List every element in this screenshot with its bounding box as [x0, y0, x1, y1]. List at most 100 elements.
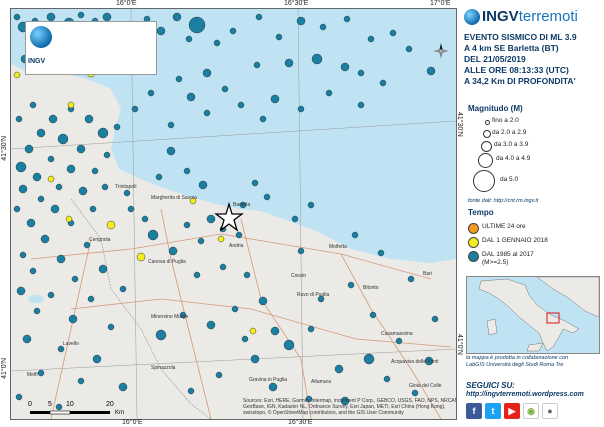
- quake-marker-historic: [202, 68, 212, 78]
- quake-marker-historic: [367, 35, 375, 43]
- mag-class-5: da 5.0: [460, 170, 600, 192]
- place-acquaviva: Acquaviva delle Fonti: [391, 359, 439, 365]
- quake-marker-historic: [231, 305, 239, 313]
- quake-marker-historic: [241, 335, 249, 343]
- mag-label-5: da 5.0: [500, 176, 519, 183]
- quake-marker-historic: [243, 271, 251, 279]
- quake-marker-historic: [219, 263, 227, 271]
- mag-circle-1: [485, 120, 490, 125]
- mag-label-2: da 2.0 a 2.9: [492, 129, 527, 136]
- tick-bottom-16-30: 16°30'E: [288, 419, 313, 426]
- quake-marker-historic: [206, 320, 216, 330]
- event-line-depth: A 34,2 Km DI PROFONDITA': [464, 76, 576, 86]
- quake-marker-historic: [46, 12, 56, 22]
- quake-marker-historic: [29, 101, 37, 109]
- twitter-icon[interactable]: t: [485, 403, 501, 419]
- quake-marker-historic: [13, 13, 21, 21]
- quake-marker-historic: [123, 189, 131, 197]
- quake-marker-historic: [77, 11, 85, 19]
- balkans: [536, 277, 599, 318]
- mag-class-3: da 3.0 a 3.9: [460, 140, 600, 154]
- side-panel: INGVterremoti EVENTO SISMICO DI ML 3.9 A…: [460, 0, 604, 427]
- quake-marker-historic: [258, 296, 268, 306]
- android-app-icon[interactable]: ◉: [523, 403, 539, 419]
- youtube-icon[interactable]: ▶: [504, 403, 520, 419]
- quake-marker-historic: [55, 183, 63, 191]
- quake-marker-historic: [186, 92, 196, 102]
- quake-marker-historic: [251, 179, 259, 187]
- quake-marker-historic: [411, 389, 419, 397]
- quake-marker-historic: [206, 214, 216, 224]
- quake-marker-historic: [197, 237, 205, 245]
- quake-marker-historic: [405, 45, 413, 53]
- place-altamura: Altamura: [311, 379, 332, 385]
- quake-marker-historic: [29, 267, 37, 275]
- mag-label-4: da 4.0 a 4.9: [496, 155, 531, 162]
- sicily: [526, 342, 544, 352]
- ios-app-icon[interactable]: ●: [542, 403, 558, 419]
- ingv-small-logo: [30, 26, 52, 48]
- quake-marker-historic: [296, 16, 306, 26]
- tick-top-16-30: 16°30'E: [284, 0, 309, 7]
- follow-label: SEGUICI SU:: [466, 381, 515, 390]
- quake-marker-historic: [203, 109, 211, 117]
- quake-marker-historic: [22, 334, 32, 344]
- mag-circle-3: [481, 141, 492, 152]
- quake-marker-historic: [340, 62, 350, 72]
- quake-marker-historic: [141, 215, 149, 223]
- quake-marker-historic: [250, 354, 260, 364]
- tick-bottom-16-0: 16°0'E: [122, 419, 143, 426]
- place-gravina: Gravina in Puglia: [249, 377, 288, 383]
- quake-marker-historic: [47, 155, 55, 163]
- tempo-item-1985: DAL 1985 al 2017 (M>=2.5): [468, 250, 600, 272]
- quake-marker-historic: [263, 193, 271, 201]
- facebook-icon[interactable]: f: [466, 403, 482, 419]
- tempo-item-24h: ULTIME 24 ore: [468, 222, 600, 236]
- lake: [28, 295, 44, 303]
- quake-marker-historic: [36, 128, 46, 138]
- tempo-label-24h: ULTIME 24 ore: [482, 223, 526, 230]
- place-gioia: Gioia del Colle: [409, 383, 442, 389]
- quake-marker-2018: [217, 235, 225, 243]
- tick-left-41-30: 41°30'N: [1, 136, 8, 161]
- mag-circle-2: [483, 130, 491, 138]
- blog-link[interactable]: http://ingvterremoti.wordpress.com: [466, 391, 584, 398]
- quake-marker-2018: [67, 101, 75, 109]
- north-arrow-icon: [433, 43, 449, 59]
- quake-marker-historic: [284, 58, 294, 68]
- quake-marker-historic: [229, 27, 237, 35]
- quake-marker-historic: [103, 151, 111, 159]
- quake-marker-historic: [87, 295, 95, 303]
- italy-inset-map: [466, 276, 600, 354]
- quake-marker-historic: [319, 23, 327, 31]
- quake-marker-2018: [13, 71, 21, 79]
- quake-marker-historic: [113, 123, 121, 131]
- quake-marker-historic: [270, 326, 280, 336]
- tempo-label-2018: DAL 1 GENNAIO 2018: [482, 237, 548, 244]
- quake-marker-historic: [147, 89, 155, 97]
- quake-marker-historic: [156, 26, 166, 36]
- event-line-magnitude: EVENTO SISMICO DI ML 3.9: [464, 32, 577, 42]
- quake-marker-historic: [37, 195, 45, 203]
- quake-marker-historic: [127, 205, 135, 213]
- quake-marker-historic: [297, 105, 305, 113]
- quake-marker-historic: [78, 186, 88, 196]
- quake-marker-historic: [193, 271, 201, 279]
- ingv-logo: INGVterremoti: [464, 8, 578, 25]
- scale-label-5: 5: [48, 401, 52, 408]
- logo-main: INGV: [482, 8, 519, 25]
- scale-label-20: 20: [106, 401, 114, 408]
- tempo-label-1985: DAL 1985 al 2017: [482, 251, 534, 258]
- place-barletta: Barletta: [233, 202, 251, 208]
- quake-marker-historic: [363, 353, 375, 365]
- tempo-label-1985-threshold: (M>=2.5): [482, 258, 509, 266]
- quake-marker-historic: [347, 281, 355, 289]
- map-frame: Trinitapoli Margherita di Savoia Cerigno…: [10, 8, 457, 420]
- quake-marker-historic: [283, 339, 295, 351]
- scale-bar: 0 5 10 20 Km: [26, 401, 136, 419]
- quake-marker-historic: [213, 39, 221, 47]
- quake-marker-historic: [26, 218, 36, 228]
- mag-circle-5: [473, 170, 495, 192]
- quake-marker-historic: [187, 387, 195, 395]
- quake-marker-historic: [18, 184, 28, 194]
